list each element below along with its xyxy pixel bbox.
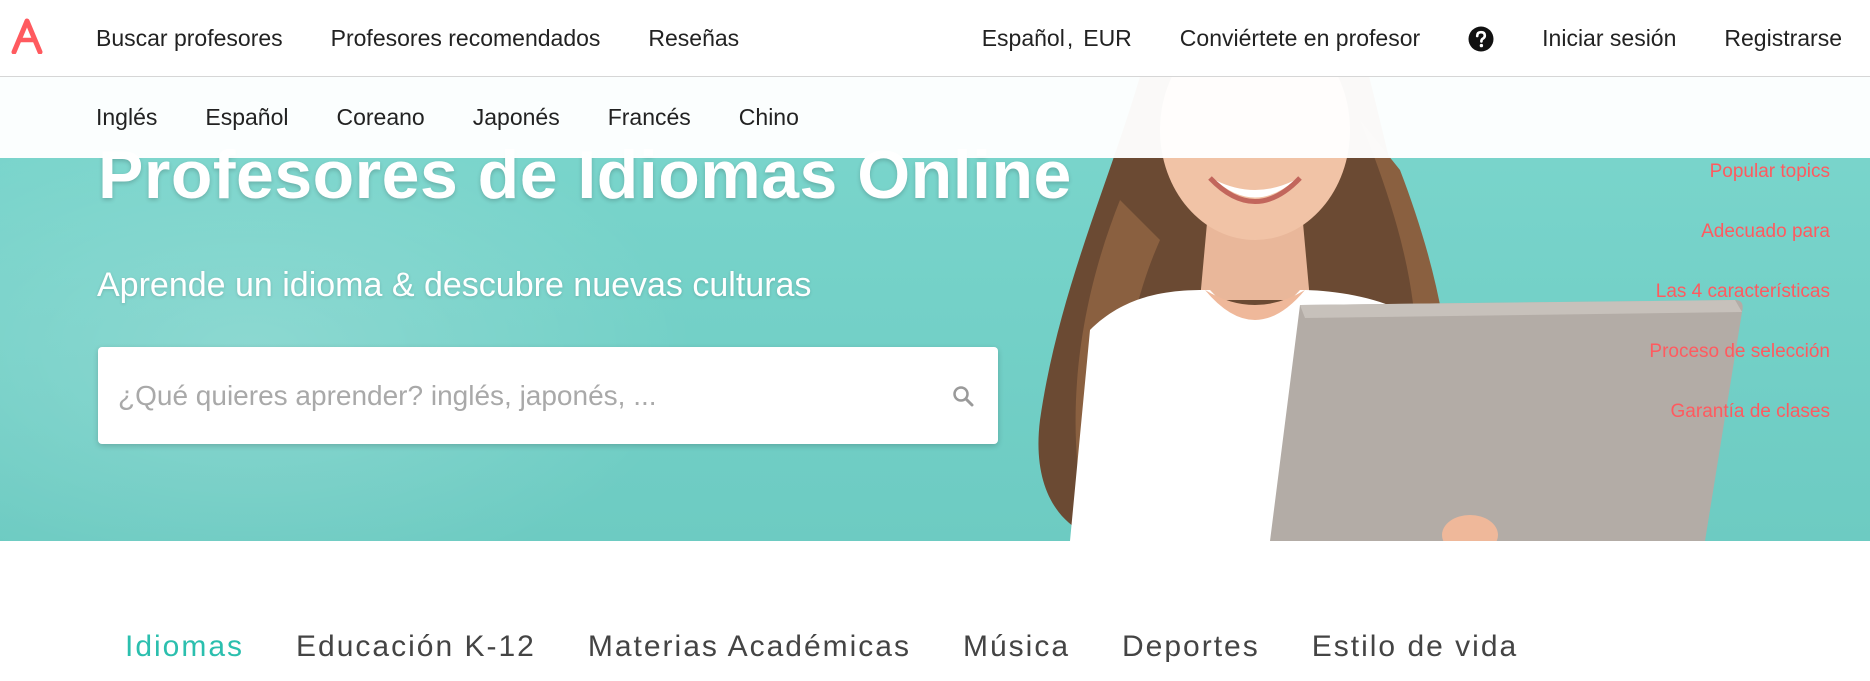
tab-idiomas[interactable]: Idiomas <box>125 630 244 664</box>
brand-logo-icon[interactable] <box>10 18 44 54</box>
subnav-coreano[interactable]: Coreano <box>337 104 425 131</box>
subnav-frances[interactable]: Francés <box>608 104 691 131</box>
top-navbar: Buscar profesores Profesores recomendado… <box>0 0 1870 77</box>
anchor-popular-topics[interactable]: Popular topics <box>1649 160 1830 220</box>
search-box <box>98 347 998 444</box>
nav-resenas[interactable]: Reseñas <box>648 25 739 52</box>
currency-label: EUR <box>1083 25 1132 51</box>
language-subnav: Inglés Español Coreano Japonés Francés C… <box>0 77 1870 158</box>
section-anchor-links: Popular topics Adecuado para Las 4 carac… <box>1649 160 1830 460</box>
tab-musica[interactable]: Música <box>963 630 1070 664</box>
anchor-proceso-seleccion[interactable]: Proceso de selección <box>1649 340 1830 400</box>
search-icon[interactable] <box>948 381 978 411</box>
tab-materias-academicas[interactable]: Materias Académicas <box>588 630 911 664</box>
become-teacher-link[interactable]: Conviértete en profesor <box>1180 25 1420 52</box>
anchor-adecuado-para[interactable]: Adecuado para <box>1649 220 1830 280</box>
search-input[interactable] <box>118 379 948 412</box>
nav-buscar-profesores[interactable]: Buscar profesores <box>96 25 283 52</box>
language-currency-selector[interactable]: Español , EUR <box>982 25 1132 52</box>
question-circle-icon[interactable] <box>1468 26 1494 52</box>
tab-deportes[interactable]: Deportes <box>1122 630 1260 664</box>
tab-educacion-k12[interactable]: Educación K-12 <box>296 630 536 664</box>
account-nav: Español , EUR Conviértete en profesor In… <box>982 0 1842 77</box>
login-link[interactable]: Iniciar sesión <box>1542 25 1676 52</box>
subnav-ingles[interactable]: Inglés <box>96 104 157 131</box>
primary-nav: Buscar profesores Profesores recomendado… <box>96 0 787 77</box>
hero-subtitle: Aprende un idioma & descubre nuevas cult… <box>97 266 812 304</box>
signup-link[interactable]: Registrarse <box>1724 25 1842 52</box>
anchor-caracteristicas[interactable]: Las 4 características <box>1649 280 1830 340</box>
category-tabs: Idiomas Educación K-12 Materias Académic… <box>125 630 1570 664</box>
subnav-chino[interactable]: Chino <box>739 104 799 131</box>
anchor-garantia-clases[interactable]: Garantía de clases <box>1649 400 1830 460</box>
subnav-espanol[interactable]: Español <box>205 104 288 131</box>
nav-profesores-recomendados[interactable]: Profesores recomendados <box>331 25 601 52</box>
separator: , <box>1066 25 1074 51</box>
language-label: Español <box>981 25 1065 51</box>
subnav-japones[interactable]: Japonés <box>473 104 560 131</box>
tab-estilo-de-vida[interactable]: Estilo de vida <box>1312 630 1518 664</box>
